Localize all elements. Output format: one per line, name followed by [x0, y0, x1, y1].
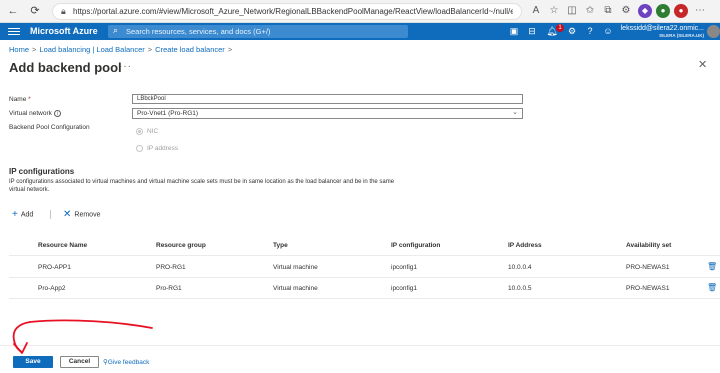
breadcrumb-separator: >	[147, 45, 153, 54]
column-header-ip-address[interactable]: IP Address	[508, 242, 542, 249]
reader-icon[interactable]: A	[530, 5, 542, 17]
radio-ip-address[interactable]: IP address	[136, 145, 178, 152]
add-button[interactable]: + Add	[12, 209, 33, 220]
cell-type: Virtual machine	[273, 264, 318, 271]
help-icon[interactable]: ?	[584, 25, 596, 38]
column-header-resource-name[interactable]: Resource Name	[38, 242, 87, 249]
breadcrumb-item-create-load-balancer[interactable]: Create load balancer	[155, 45, 225, 54]
radio-button[interactable]	[136, 145, 143, 152]
name-label: Name *	[9, 96, 31, 103]
cancel-button[interactable]: Cancel	[60, 356, 99, 368]
vnet-selected-value: Pro-Vnet1 (Pro-RG1)	[137, 110, 199, 117]
breadcrumb-item-load-balancing[interactable]: Load balancing | Load Balancer	[39, 45, 144, 54]
portal-brand[interactable]: Microsoft Azure	[30, 26, 98, 36]
table-divider	[9, 298, 720, 299]
vnet-label: Virtual network i	[9, 110, 61, 117]
required-marker: *	[28, 96, 31, 103]
account-tenant: SILERA (SILERA.UK)	[659, 33, 704, 38]
plus-icon: +	[12, 209, 18, 220]
footer-divider	[0, 345, 720, 346]
vnet-dropdown[interactable]: Pro-Vnet1 (Pro-RG1) ⌄	[132, 108, 523, 119]
radio-nic[interactable]: NIC	[136, 128, 158, 135]
back-arrow-icon[interactable]: ←	[6, 4, 20, 18]
cell-resource-name: Pro-App2	[38, 285, 66, 292]
save-button[interactable]: Save	[13, 356, 53, 368]
backend-config-label: Backend Pool Configuration	[9, 124, 90, 131]
extension-icon[interactable]: ●	[656, 4, 670, 18]
cell-availability-set: PRO-NEWAS1	[626, 264, 670, 271]
cell-ip-configuration: ipconfig1	[391, 264, 418, 271]
browser-toolbar: ← ⟳ 🔒︎ https://portal.azure.com/#view/Mi…	[0, 0, 720, 23]
lock-icon: 🔒︎	[61, 6, 66, 16]
column-header-ip-configuration[interactable]: IP configuration	[391, 242, 440, 249]
star-icon[interactable]: ☆	[548, 5, 560, 17]
trash-icon[interactable]: 🗑︎	[707, 262, 717, 271]
column-header-availability-set[interactable]: Availability set	[626, 242, 671, 249]
cell-resource-name: PRO-APP1	[38, 264, 71, 271]
x-icon: ✕	[63, 209, 72, 220]
extension-icon[interactable]: ◆	[638, 4, 652, 18]
url-text: https://portal.azure.com/#view/Microsoft…	[73, 7, 513, 16]
cell-resource-group: Pro-RG1	[156, 285, 182, 292]
radio-nic-label: NIC	[147, 128, 159, 136]
feedback-label: Give feedback	[107, 359, 150, 366]
table-divider	[9, 255, 720, 256]
breadcrumb: Home > Load balancing | Load Balancer > Crea…	[9, 45, 235, 54]
remove-button[interactable]: ✕ Remove	[63, 209, 100, 220]
address-bar[interactable]: 🔒︎ https://portal.azure.com/#view/Micros…	[52, 3, 522, 20]
name-label-text: Name	[9, 96, 27, 103]
account-menu[interactable]: lekssidd@silera22.onmic... SILERA (SILER…	[620, 25, 704, 39]
collections-icon[interactable]: ⧉	[602, 5, 614, 17]
breadcrumb-item-home[interactable]: Home	[9, 45, 29, 54]
cell-ip-address: 10.0.0.5	[508, 285, 532, 292]
cloud-shell-icon[interactable]: ▣	[508, 25, 520, 38]
search-placeholder: Search resources, services, and docs (G+…	[126, 27, 271, 36]
cell-ip-configuration: ipconfig1	[391, 285, 418, 292]
radio-button[interactable]	[136, 128, 143, 135]
name-field[interactable]: LBbckPool	[132, 94, 523, 104]
remove-label: Remove	[74, 211, 101, 219]
more-options-button[interactable]: ···	[119, 61, 132, 72]
cell-ip-address: 10.0.0.4	[508, 264, 532, 271]
portal-header: Microsoft Azure ⌕ Search resources, serv…	[0, 23, 720, 40]
cell-availability-set: PRO-NEWAS1	[626, 285, 670, 292]
table-divider	[9, 277, 720, 278]
breadcrumb-separator: >	[227, 45, 233, 54]
column-header-type[interactable]: Type	[273, 242, 288, 249]
refresh-icon[interactable]: ⟳	[28, 4, 42, 18]
extension-icon[interactable]: ●	[674, 4, 688, 18]
radio-ip-label: IP address	[147, 145, 178, 153]
close-icon[interactable]: ✕	[698, 58, 707, 71]
favorites-icon[interactable]: ✩	[584, 5, 596, 17]
chevron-down-icon: ⌄	[512, 109, 518, 116]
search-icon: ⌕	[113, 25, 119, 35]
page-title: Add backend pool	[9, 60, 122, 75]
section-description: IP configurations associated to virtual …	[9, 179, 395, 193]
search-input[interactable]: ⌕ Search resources, services, and docs (…	[108, 25, 408, 38]
vnet-label-text: Virtual network	[9, 110, 52, 118]
cell-type: Virtual machine	[273, 285, 318, 292]
give-feedback-link[interactable]: ⚲Give feedback	[103, 358, 149, 366]
column-header-resource-group[interactable]: Resource group	[156, 242, 206, 249]
more-icon[interactable]: ⋯	[694, 5, 706, 17]
extensions-icon[interactable]: ⚙	[620, 5, 632, 17]
feedback-icon[interactable]: ☺	[602, 25, 614, 38]
hamburger-icon[interactable]	[8, 26, 20, 37]
info-icon[interactable]: i	[53, 110, 61, 117]
command-separator	[50, 210, 51, 219]
avatar[interactable]	[707, 25, 720, 38]
breadcrumb-separator: >	[32, 45, 37, 54]
cell-resource-group: PRO-RG1	[156, 264, 186, 271]
directory-icon[interactable]: ⊟	[526, 25, 538, 38]
trash-icon[interactable]: 🗑︎	[707, 283, 717, 292]
split-screen-icon[interactable]: ◫	[566, 5, 578, 17]
section-title: IP configurations	[9, 167, 75, 176]
notification-badge: 1	[556, 24, 564, 32]
settings-icon[interactable]: ⚙	[566, 25, 578, 38]
add-label: Add	[20, 211, 34, 219]
account-name: lekssidd@silera22.onmic...	[620, 25, 704, 32]
